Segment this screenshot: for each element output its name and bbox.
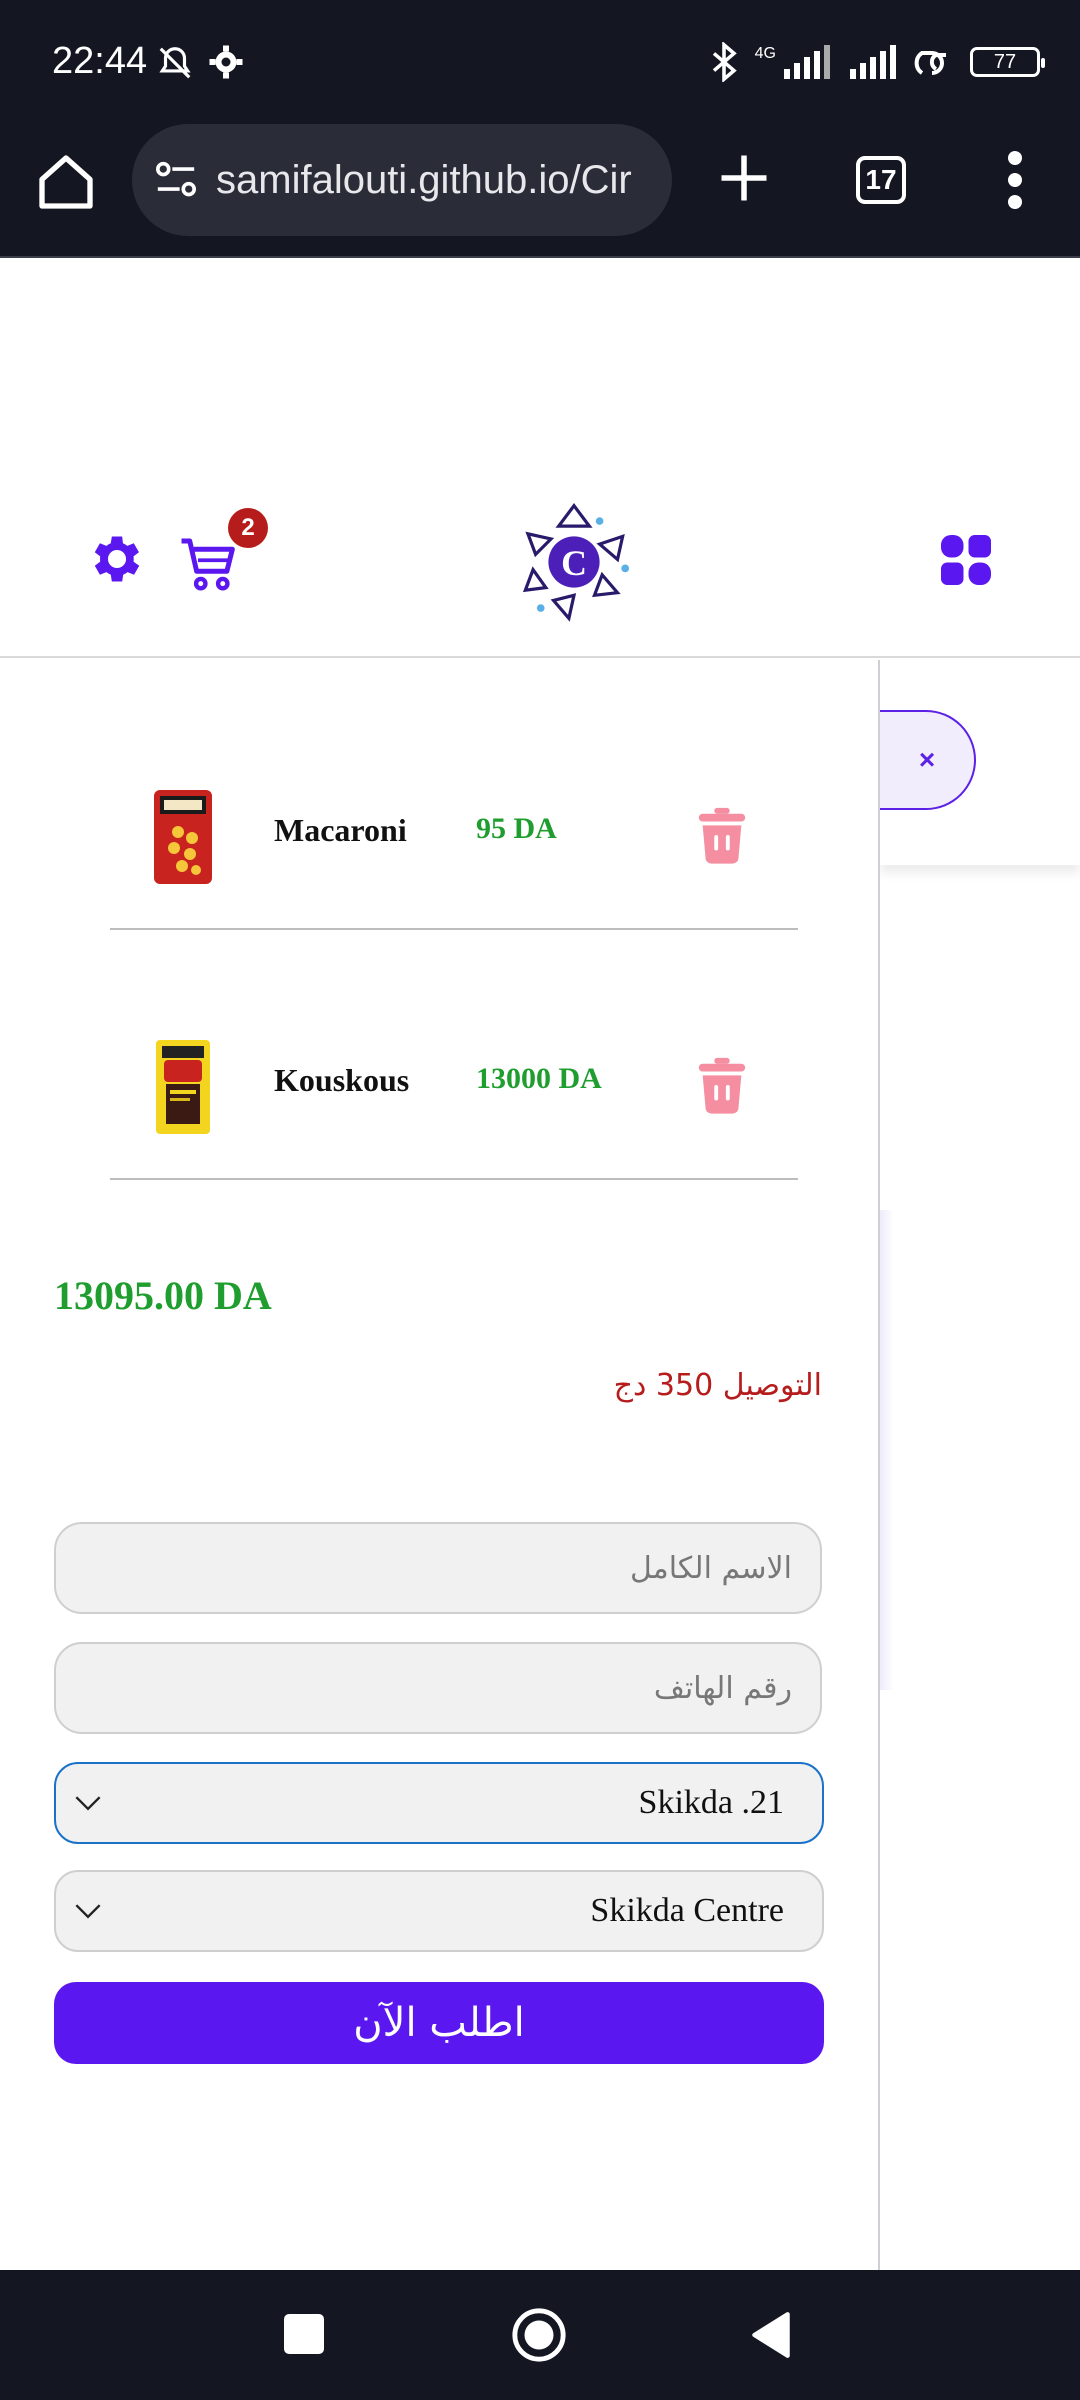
link-icon <box>914 51 946 75</box>
status-left-icons <box>156 44 244 82</box>
product-name: Kouskous <box>274 1062 410 1098</box>
brand-logo: C <box>522 503 630 622</box>
signal-2-icon <box>850 45 896 79</box>
system-nav-bar <box>0 2270 1080 2400</box>
status-time: 22:44 <box>52 40 148 82</box>
phone-input[interactable] <box>56 1644 820 1732</box>
status-bar: 22:44 4G 77 <box>0 0 1080 120</box>
close-cart-button[interactable]: × <box>880 710 976 810</box>
full-name-field[interactable] <box>54 1522 822 1614</box>
cart-total: 13095.00 DA <box>54 1273 272 1318</box>
product-price: 95 DA <box>476 812 557 845</box>
status-right-icons: 4G 77 <box>709 42 1045 82</box>
product-name: Macaroni <box>274 812 407 848</box>
background-sheet-edge <box>880 1210 894 1690</box>
city-value: Skikda Centre <box>590 1892 784 1929</box>
network-type-label: 4G <box>754 45 776 62</box>
logo-letter: C <box>561 543 587 583</box>
apps-grid-icon[interactable] <box>936 530 996 590</box>
address-bar[interactable]: samifalouti.github.io/Cir <box>132 124 672 236</box>
new-tab-icon[interactable] <box>714 148 774 208</box>
background-page <box>880 660 1080 2270</box>
cart-item: Macaroni 95 DA <box>110 660 798 930</box>
wilaya-select[interactable]: Skikda .21 <box>54 1762 824 1844</box>
site-settings-icon[interactable] <box>154 160 198 200</box>
settings-status-icon <box>209 45 243 79</box>
chevron-down-icon <box>75 1904 101 1919</box>
cart-item: Kouskous 13000 DA <box>110 930 798 1180</box>
trash-icon[interactable] <box>696 806 748 864</box>
product-image-macaroni <box>154 790 212 884</box>
trash-icon[interactable] <box>696 1056 748 1114</box>
delivery-fee: التوصيل 350 دج <box>613 1368 822 1403</box>
bell-muted-icon <box>159 47 191 79</box>
cart-count-badge: 2 <box>228 508 268 548</box>
order-now-button[interactable]: اطلب الآن <box>54 1982 824 2064</box>
recents-icon[interactable] <box>284 2314 324 2354</box>
signal-icon <box>784 45 830 79</box>
home-icon[interactable] <box>34 150 98 214</box>
battery-indicator: 77 <box>970 47 1045 77</box>
tab-switcher-button[interactable]: 17 <box>856 156 906 204</box>
product-price: 13000 DA <box>476 1062 602 1095</box>
browser-toolbar: samifalouti.github.io/Cir 17 <box>0 120 1080 258</box>
wilaya-value: Skikda .21 <box>638 1784 784 1821</box>
url-text: samifalouti.github.io/Cir <box>216 157 632 202</box>
site-header: 2 C <box>0 258 1080 658</box>
more-menu-icon[interactable] <box>1000 150 1030 210</box>
product-image-kouskous <box>156 1040 210 1134</box>
home-circle-icon[interactable] <box>510 2306 568 2364</box>
chevron-down-icon <box>75 1796 101 1811</box>
bluetooth-icon <box>712 42 737 82</box>
cart-panel: Macaroni 95 DA Kouskous 13000 DA 13095.0… <box>0 660 880 2270</box>
gear-icon[interactable] <box>86 528 148 590</box>
city-select[interactable]: Skikda Centre <box>54 1870 824 1952</box>
back-icon[interactable] <box>748 2310 794 2360</box>
full-name-input[interactable] <box>56 1524 820 1612</box>
phone-field[interactable] <box>54 1642 822 1734</box>
